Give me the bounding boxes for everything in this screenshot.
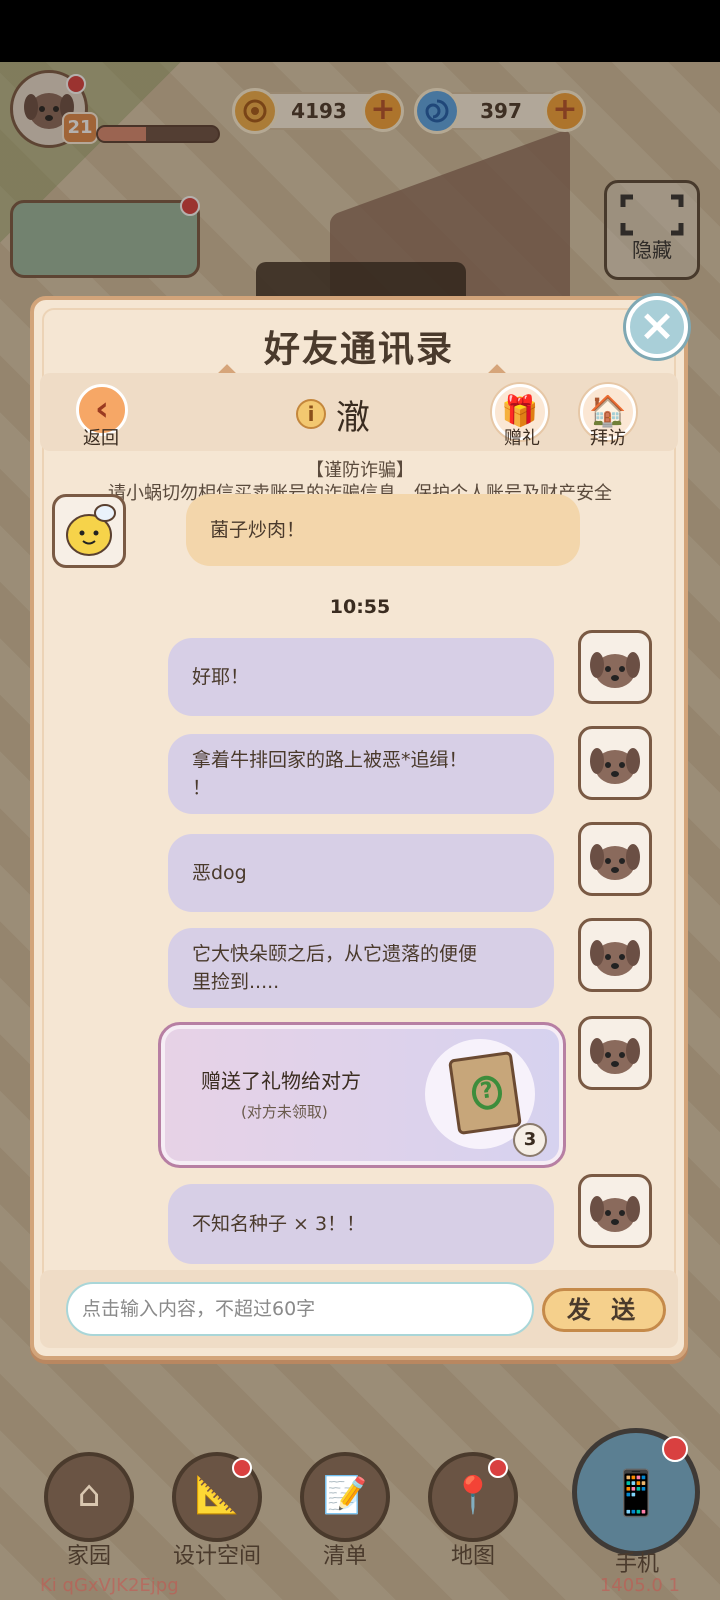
dog-avatar-icon	[590, 1196, 640, 1232]
message-text: 好耶！	[192, 666, 250, 688]
ruler-icon: 📐	[194, 1475, 240, 1516]
dog-avatar-icon	[590, 748, 640, 784]
dog-avatar-icon	[590, 940, 640, 976]
question-mark-icon: ?	[469, 1073, 505, 1112]
gift-title: 赠送了礼物给对方	[201, 1069, 361, 1093]
send-button[interactable]: 发 送	[542, 1288, 666, 1332]
watermark-left: Ki qGxVJK2Ejpg	[40, 1575, 179, 1596]
outgoing-message: 它大快朵颐之后，从它遗落的便便 里捡到.....	[168, 928, 554, 1008]
gift-status: (对方未领取)	[241, 1103, 328, 1121]
dog-avatar-icon	[590, 844, 640, 880]
map-notification-dot	[488, 1458, 508, 1478]
phone-icon: 📱	[608, 1468, 664, 1519]
incoming-message: 菌子炒肉！	[186, 494, 580, 566]
nav-map-label: 地图	[450, 1544, 495, 1569]
message-text-line: 它大快朵颐之后，从它遗落的便便	[192, 943, 478, 965]
gift-label: 赠礼	[504, 428, 540, 449]
nav-home-label: 家园	[66, 1544, 111, 1569]
message-text: 恶dog	[192, 862, 247, 884]
watermark-right: 1405.0 1	[599, 1575, 680, 1596]
message-input[interactable]	[66, 1282, 534, 1336]
dog-avatar-icon	[590, 652, 640, 688]
design-notification-dot	[232, 1458, 252, 1478]
gift-message-card[interactable]: 赠送了礼物给对方 (对方未领取) ? 3	[158, 1022, 566, 1168]
outgoing-message: 好耶！	[168, 638, 554, 716]
outgoing-message: 拿着牛排回家的路上被恶*追缉！ ！	[168, 734, 554, 814]
my-avatar[interactable]	[578, 630, 652, 704]
friend-name: 澈	[336, 397, 370, 438]
dog-avatar-icon	[590, 1038, 640, 1074]
message-text: 不知名种子 × 3！！	[192, 1213, 366, 1235]
visit-label: 拜访	[590, 428, 626, 449]
nav-list[interactable]: 📝	[300, 1452, 390, 1542]
message-text-line: 拿着牛排回家的路上被恶*追缉！	[192, 749, 468, 771]
dialog-title: 好友通讯录	[263, 329, 454, 370]
message-text: 菌子炒肉！	[210, 519, 306, 541]
outgoing-message: 不知名种子 × 3！！	[168, 1184, 554, 1264]
bee-avatar-icon	[66, 504, 116, 556]
map-pin-icon: 📍	[450, 1475, 496, 1516]
notepad-icon: 📝	[322, 1475, 368, 1516]
nav-phone-label: 手机	[614, 1552, 659, 1577]
nav-list-label: 清单	[322, 1544, 367, 1569]
back-label: 返回	[83, 428, 119, 449]
friend-avatar[interactable]	[52, 494, 126, 568]
friend-name-area[interactable]: i 澈	[296, 392, 370, 438]
close-button[interactable]: ×	[626, 296, 688, 358]
outgoing-message: 恶dog	[168, 834, 554, 912]
gift-count-badge: 3	[513, 1123, 547, 1157]
phone-notification-dot	[662, 1436, 688, 1462]
chat-timestamp: 10:55	[329, 596, 391, 618]
status-bar	[0, 0, 720, 62]
my-avatar[interactable]	[578, 726, 652, 800]
my-avatar[interactable]	[578, 822, 652, 896]
nav-home[interactable]: ⌂	[44, 1452, 134, 1542]
message-text-line: 里捡到.....	[192, 971, 280, 993]
seed-packet-icon: ?	[448, 1050, 522, 1136]
my-avatar[interactable]	[578, 1016, 652, 1090]
info-icon[interactable]: i	[296, 399, 326, 429]
house-icon: ⌂	[77, 1474, 101, 1515]
my-avatar[interactable]	[578, 1174, 652, 1248]
nav-design-label: 设计空间	[172, 1544, 261, 1569]
my-avatar[interactable]	[578, 918, 652, 992]
message-text-line: ！	[192, 777, 212, 799]
